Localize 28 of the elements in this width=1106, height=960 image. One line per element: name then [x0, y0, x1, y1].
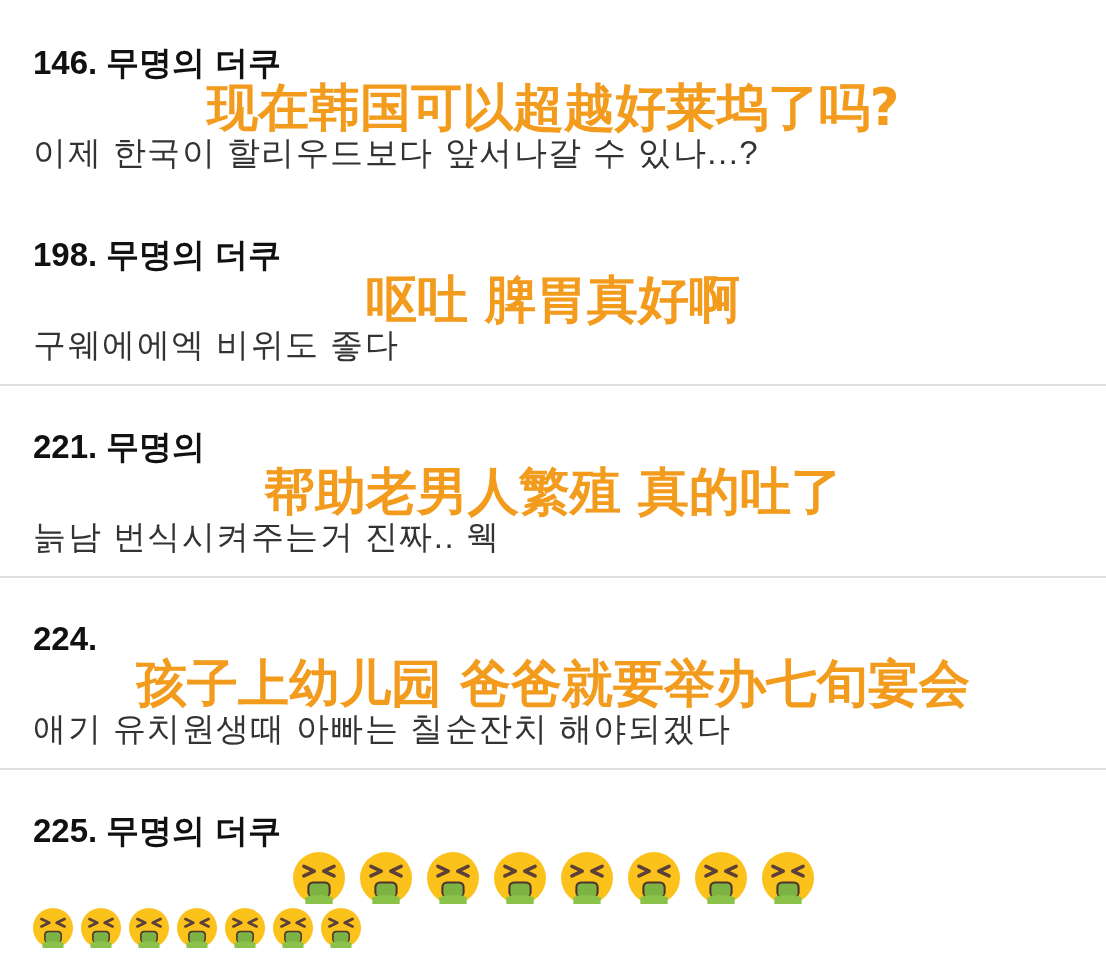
vomiting-face-icon — [33, 908, 73, 948]
caption-overlay: 呕吐 脾胃真好啊 — [365, 274, 741, 326]
caption-overlay: 现在韩国可以超越好莱坞了吗? — [206, 82, 900, 134]
comment-heading: 146. 무명의 더쿠 — [33, 44, 281, 82]
vomiting-face-icon — [292, 852, 345, 904]
vomiting-face-icon — [426, 852, 479, 904]
vomiting-face-icon — [81, 908, 121, 948]
vomiting-face-icon — [694, 852, 747, 904]
vomiting-face-icon — [273, 908, 313, 948]
vomiting-face-icon — [493, 852, 546, 904]
comment-text: 이제 한국이 할리우드보다 앞서나갈 수 있나...? — [33, 134, 760, 172]
caption-overlay: 帮助老男人繁殖 真的吐了 — [263, 466, 843, 518]
vomiting-face-icon — [177, 908, 217, 948]
comment-text: 애기 유치원생때 아빠는 칠순잔치 해야되겠다 — [33, 710, 732, 748]
comment-heading: 198. 무명의 더쿠 — [33, 236, 281, 274]
comment-text: 늙남 번식시켜주는거 진짜.. 웩 — [33, 518, 501, 556]
vomiting-face-icon — [359, 852, 412, 904]
vomiting-face-icon — [129, 908, 169, 948]
comment-heading: 221. 무명의 — [33, 428, 206, 466]
caption-overlay: 孩子上幼儿园 爸爸就要举办七旬宴会 — [136, 658, 970, 710]
comment-heading: 225. 무명의 더쿠 — [33, 812, 281, 850]
comment-text: 구웨에에엑 비위도 좋다 — [33, 326, 400, 364]
vomiting-face-icon — [627, 852, 680, 904]
vomiting-face-icon — [560, 852, 613, 904]
vomiting-face-icon — [321, 908, 361, 948]
vomiting-face-icon — [225, 908, 265, 948]
comment-heading: 224. — [33, 620, 98, 658]
vomiting-face-icon — [761, 852, 814, 904]
